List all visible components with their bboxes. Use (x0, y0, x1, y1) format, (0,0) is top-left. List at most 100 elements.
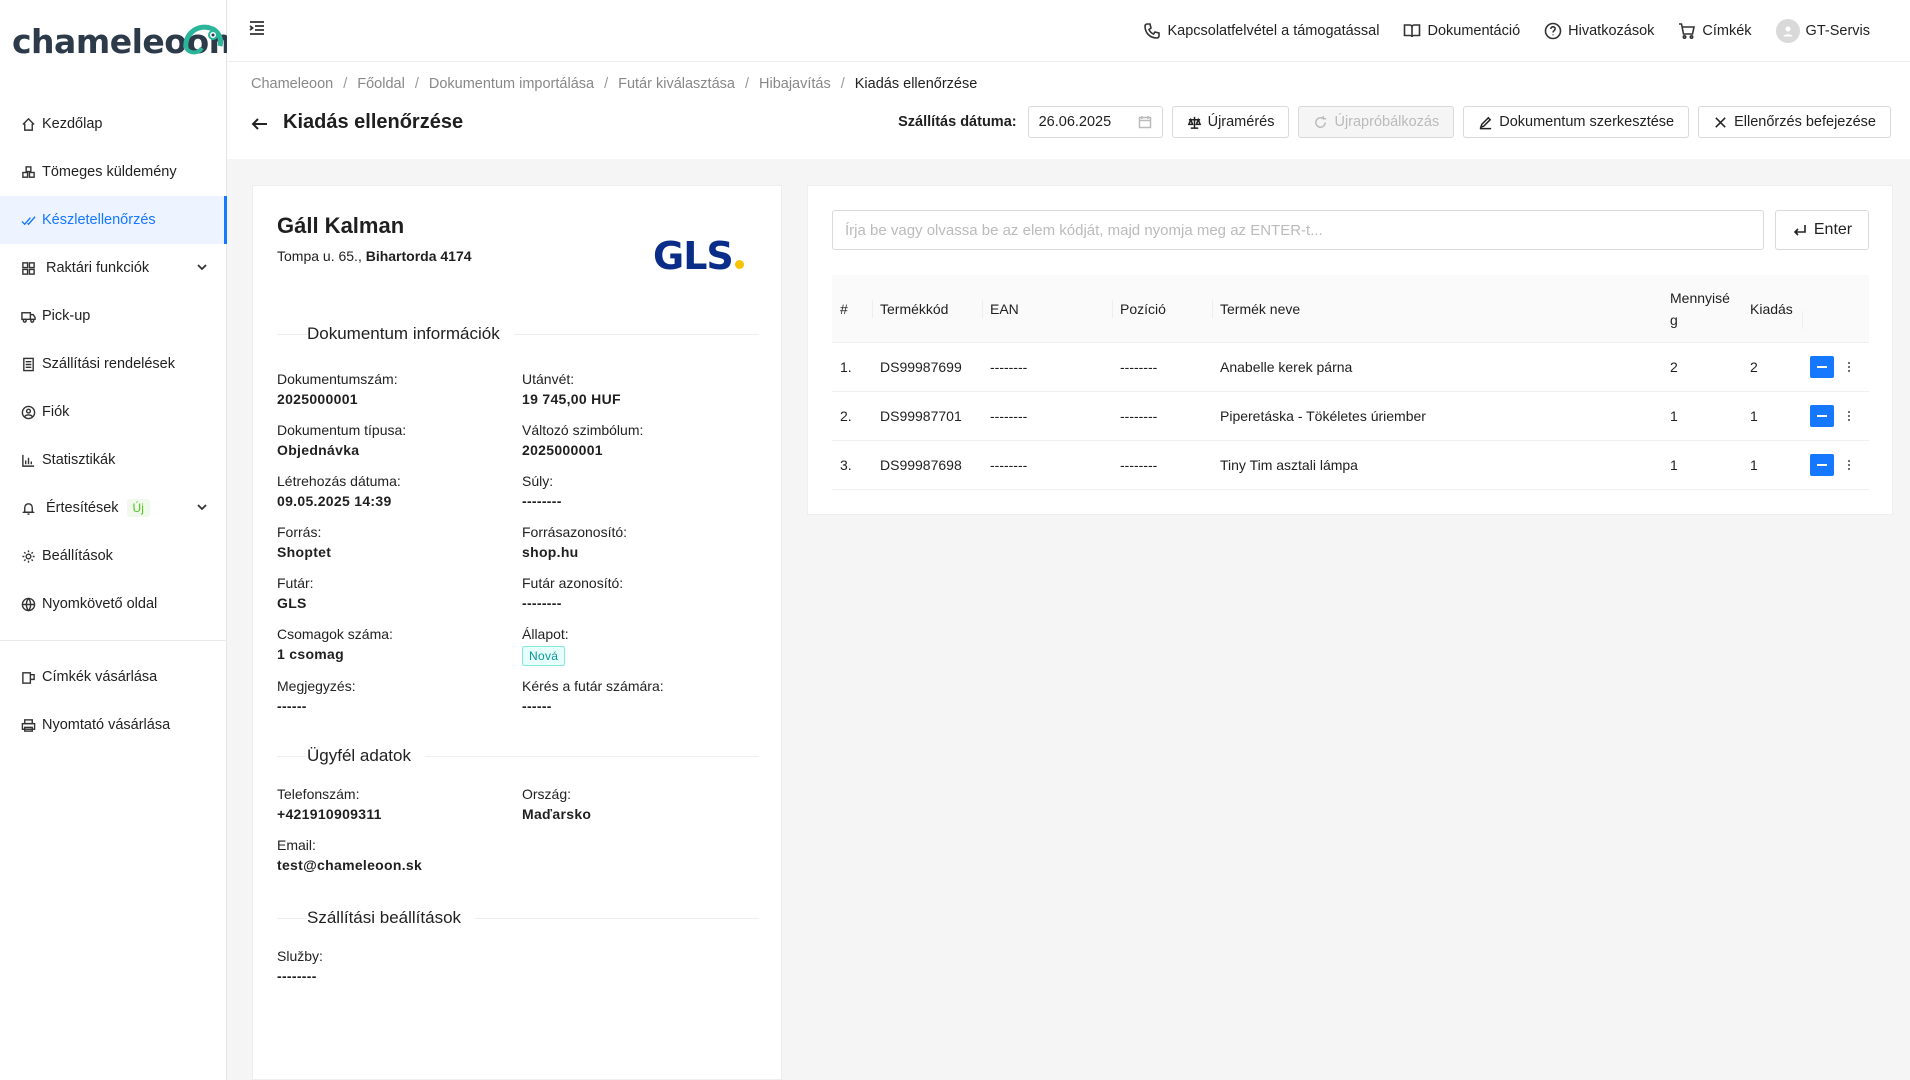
field-status: Állapot: Nová (522, 626, 752, 666)
edit-document-button[interactable]: Dokumentum szerkesztése (1463, 106, 1690, 138)
shipping-date-picker[interactable]: 26.06.2025 (1027, 106, 1163, 138)
bell-icon (20, 500, 36, 516)
sidebar-item-label: Tömeges küldemény (42, 164, 177, 180)
field-carrier-id: Futár azonosító: -------- (522, 575, 624, 611)
sidebar-item-stock-check[interactable]: Készletellenőrzés (0, 196, 227, 244)
quantity: 1 (1670, 408, 1678, 424)
sidebar-item-notifications[interactable]: Értesítések Új (0, 484, 227, 532)
doc-info-section-title: Dokumentum információk (277, 324, 759, 344)
customer-city: Bihartorda 4174 (365, 248, 472, 264)
back-arrow-icon[interactable] (251, 115, 269, 137)
brand-logo[interactable]: chameleoon (12, 16, 232, 66)
breadcrumb-current: Kiadás ellenőrzése (854, 76, 978, 92)
field-document-type: Dokumentum típusa: Objednávka (277, 422, 407, 458)
sidebar-item-label: Statisztikák (42, 452, 116, 468)
calendar-icon (1138, 116, 1151, 129)
items-table: # Termékkód EAN Pozíció Termék neve Menn… (832, 275, 1869, 490)
row-number: 2. (840, 408, 852, 424)
avatar (1775, 19, 1800, 43)
field-courier-request: Kérés a futár számára: ------ (522, 678, 664, 714)
field-carrier: Futár: GLS (277, 575, 314, 611)
sidebar-item-settings[interactable]: Beállítások (0, 532, 227, 580)
menu-collapse-icon[interactable] (247, 18, 267, 42)
sidebar-item-bulk-shipment[interactable]: Tömeges küldemény (0, 148, 227, 196)
enter-button[interactable]: Enter (1775, 210, 1869, 250)
field-variable-symbol: Változó szimbólum: 2025000001 (522, 422, 644, 458)
issued: 2 (1750, 359, 1758, 375)
sidebar-item-home[interactable]: Kezdőlap (0, 100, 227, 148)
decrement-button[interactable] (1810, 454, 1834, 476)
ean: -------- (990, 408, 1028, 424)
row-actions (1802, 454, 1869, 476)
book-icon (1404, 24, 1421, 38)
more-options-icon[interactable] (1848, 460, 1852, 470)
field-phone: Telefonszám: +421910909311 (277, 786, 382, 822)
document-details-card: Gáll Kalman Tompa u. 65., Bihartorda 417… (252, 185, 782, 1080)
finish-check-button[interactable]: Ellenőrzés befejezése (1698, 106, 1891, 138)
label-roll-icon (20, 669, 36, 685)
check-double-icon (20, 212, 36, 228)
issued: 1 (1750, 408, 1758, 424)
breadcrumb: Chameleoon / Főoldal / Dokumentum importál… (251, 76, 978, 92)
sidebar-item-account[interactable]: Fiók (0, 388, 227, 436)
more-options-icon[interactable] (1848, 362, 1852, 372)
decrement-button[interactable] (1810, 405, 1834, 427)
decrement-button[interactable] (1810, 356, 1834, 378)
breadcrumb-item[interactable]: Futár kiválasztása (618, 76, 735, 92)
enter-key-icon (1793, 225, 1806, 236)
truck-icon (20, 308, 36, 324)
documentation-link[interactable]: Dokumentáció (1403, 22, 1520, 40)
quantity: 2 (1670, 359, 1678, 375)
column-header: Mennyiség (1670, 289, 1730, 328)
breadcrumb-item[interactable]: Főoldal (357, 76, 405, 92)
product-code: DS99987699 (880, 359, 962, 375)
user-menu[interactable]: GT-Servis (1775, 19, 1870, 43)
quantity: 1 (1670, 457, 1678, 473)
product-code: DS99987701 (880, 408, 962, 424)
items-check-card: Enter # Termékkód EAN Pozíció Termék nev… (807, 185, 1893, 515)
customer-address: Tompa u. 65., Bihartorda 4174 (277, 248, 472, 264)
item-code-input[interactable] (832, 210, 1764, 250)
more-options-icon[interactable] (1848, 411, 1852, 421)
sidebar-item-warehouse-functions[interactable]: Raktári funkciók (0, 244, 227, 292)
breadcrumb-item[interactable]: Chameleoon (251, 76, 333, 92)
page-title: Kiadás ellenőrzése (283, 111, 464, 133)
column-header: # (840, 300, 848, 317)
chevron-down-icon (195, 500, 209, 518)
phone-icon (1144, 23, 1161, 39)
sidebar-item-buy-labels[interactable]: Címkék vásárlása (0, 653, 227, 701)
field-package-count: Csomagok száma: 1 csomag (277, 626, 393, 662)
breadcrumb-item[interactable]: Hibajavítás (759, 76, 831, 92)
status-badge: Nová (522, 646, 566, 666)
row-actions (1802, 356, 1869, 378)
remeasure-button[interactable]: Újramérés (1171, 106, 1290, 138)
field-source-id: Forrásazonosító: shop.hu (522, 524, 628, 560)
retry-button[interactable]: Újrapróbálkozás (1298, 106, 1455, 138)
sidebar-item-label: Beállítások (42, 548, 113, 564)
sidebar-item-label: Nyomkövető oldal (42, 596, 158, 612)
sidebar-item-label: Pick-up (42, 308, 91, 324)
field-created-date: Létrehozás dátuma: 09.05.2025 14:39 (277, 473, 401, 509)
labels-link[interactable]: Címkék (1678, 22, 1752, 40)
printer-icon (20, 717, 36, 733)
sidebar-item-pickup[interactable]: Pick-up (0, 292, 227, 340)
pencil-icon (1479, 116, 1492, 129)
chevron-down-icon (195, 260, 209, 278)
breadcrumb-item[interactable]: Dokumentum importálása (429, 76, 594, 92)
shipping-date-value: 26.06.2025 (1038, 114, 1112, 130)
sidebar-item-statistics[interactable]: Statisztikák (0, 436, 227, 484)
sidebar-item-tracking-page[interactable]: Nyomkövető oldal (0, 580, 227, 628)
position: -------- (1120, 408, 1158, 424)
refresh-icon (1315, 115, 1327, 128)
support-link[interactable]: Kapcsolatfelvétel a támogatással (1143, 22, 1379, 40)
references-link[interactable]: Hivatkozások (1544, 22, 1654, 40)
column-header: Pozíció (1112, 298, 1212, 320)
table-header: # Termékkód EAN Pozíció Termék neve Menn… (832, 275, 1869, 343)
bar-chart-icon (20, 452, 36, 468)
header-actions: Szállítás dátuma: 26.06.2025 Újramérés Ú… (898, 106, 1891, 138)
field-note: Megjegyzés: ------ (277, 678, 356, 714)
row-number: 1. (840, 359, 852, 375)
issued: 1 (1750, 457, 1758, 473)
sidebar-item-shipping-orders[interactable]: Szállítási rendelések (0, 340, 227, 388)
sidebar-item-buy-printer[interactable]: Nyomtató vásárlása (0, 701, 227, 749)
